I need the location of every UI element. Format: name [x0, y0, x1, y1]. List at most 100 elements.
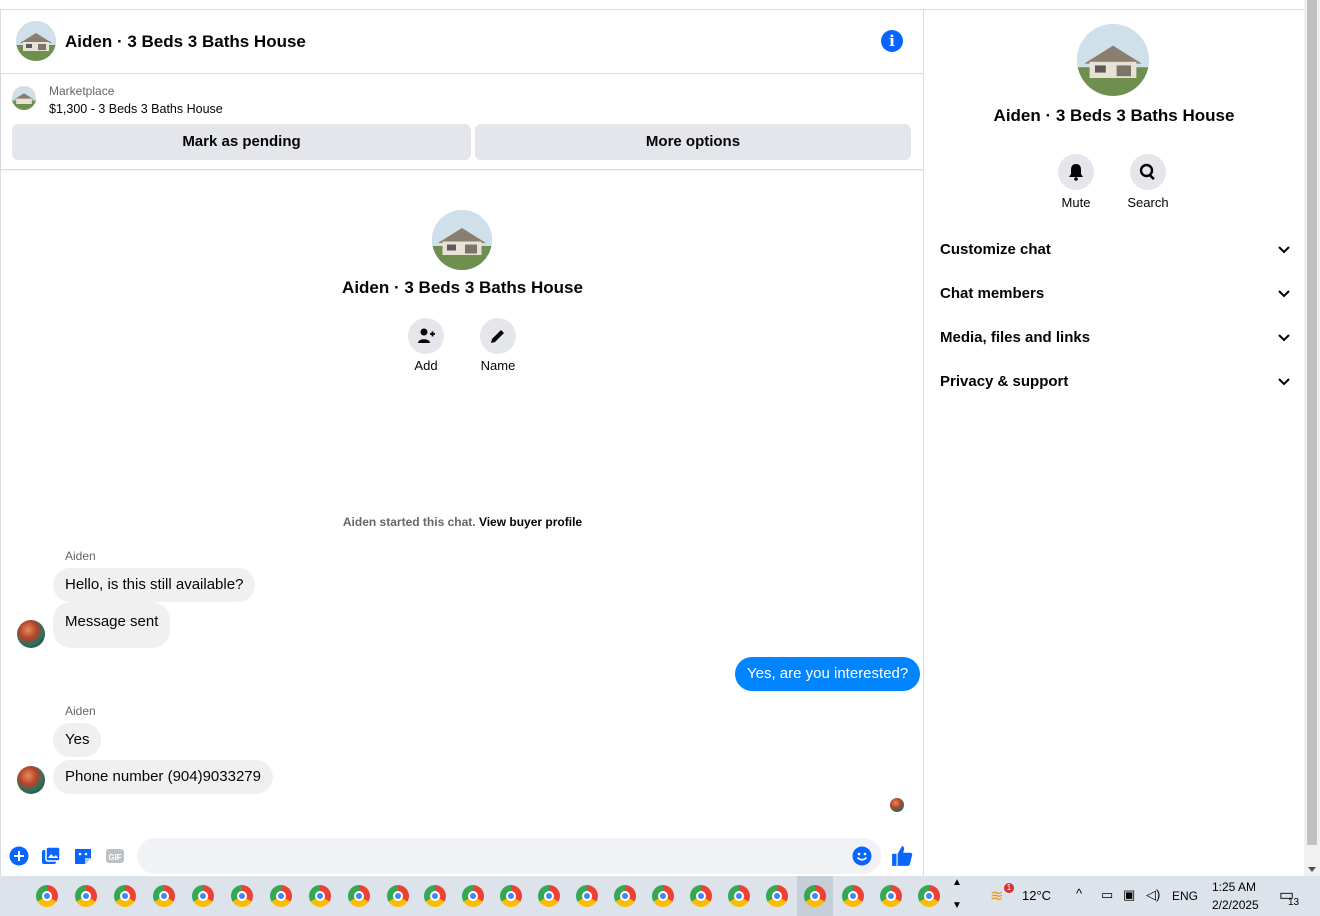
chrome-taskbar-icon[interactable]	[690, 885, 712, 907]
meet-icon[interactable]: ▭	[1101, 887, 1113, 903]
message-bubble[interactable]: Phone number (904)9033279	[53, 760, 273, 794]
house-image	[12, 86, 36, 110]
chat-started-notice: Aiden started this chat. View buyer prof…	[1, 515, 924, 529]
volume-icon[interactable]: ◁)	[1146, 887, 1160, 903]
chrome-taskbar-icon[interactable]	[804, 885, 826, 907]
chevron-up-icon[interactable]: ^	[1076, 886, 1082, 901]
section-customize-chat[interactable]: Customize chat	[940, 232, 1290, 268]
sender-name: Aiden	[65, 704, 96, 718]
message-bubble[interactable]: Yes	[53, 723, 102, 757]
gif-icon[interactable]: GIF	[105, 846, 125, 866]
chrome-taskbar-icon[interactable]	[538, 885, 560, 907]
chrome-taskbar-icon[interactable]	[728, 885, 750, 907]
chrome-taskbar-icon[interactable]	[918, 885, 940, 907]
chat-header: Aiden · 3 Beds 3 Baths House i	[1, 10, 924, 74]
page-scrollbar[interactable]	[1304, 0, 1320, 876]
search-icon	[1139, 163, 1155, 181]
chevron-down-icon	[1278, 378, 1290, 386]
chrome-taskbar-icon[interactable]	[114, 885, 136, 907]
chrome-taskbar-icon[interactable]	[766, 885, 788, 907]
notification-count: 13	[1288, 897, 1300, 908]
mark-as-pending-button[interactable]: Mark as pending	[12, 124, 471, 160]
seen-indicator-avatar	[890, 798, 904, 812]
chrome-taskbar-icon[interactable]	[614, 885, 636, 907]
chrome-taskbar-icon[interactable]	[576, 885, 598, 907]
taskbar-scroll-up-icon[interactable]: ▲	[952, 877, 962, 888]
chrome-taskbar-icon[interactable]	[842, 885, 864, 907]
section-label: Chat members	[940, 285, 1045, 302]
input-language[interactable]: ENG	[1172, 889, 1198, 903]
scrollbar-thumb[interactable]	[1307, 0, 1317, 845]
weather-temperature[interactable]: 12°C	[1022, 888, 1051, 903]
sticker-icon[interactable]	[73, 846, 93, 866]
chrome-taskbar-icon[interactable]	[462, 885, 484, 907]
chevron-down-icon	[1278, 290, 1290, 298]
message-bubble[interactable]: Hello, is this still available?	[53, 568, 256, 602]
section-chat-members[interactable]: Chat members	[940, 276, 1290, 312]
search-label: Search	[1127, 195, 1169, 210]
marketplace-label: Marketplace	[49, 84, 115, 98]
network-icon[interactable]: ▣	[1123, 887, 1135, 903]
scroll-down-arrow-icon[interactable]	[1308, 867, 1316, 872]
windows-taskbar: ▲ ▼ ≋ 1 12°C ^ ▭ ▣ ◁) ENG 1:25 AM 2/2/20…	[0, 876, 1320, 916]
chat-started-text: Aiden started this chat.	[342, 515, 476, 529]
section-media-files-links[interactable]: Media, files and links	[940, 320, 1290, 356]
chrome-taskbar-icon[interactable]	[309, 885, 331, 907]
chrome-taskbar-icon[interactable]	[424, 885, 446, 907]
plus-circle-icon[interactable]	[9, 846, 29, 866]
message-bubble[interactable]: Message sent	[53, 602, 171, 648]
chrome-taskbar-icon[interactable]	[153, 885, 175, 907]
name-label: Name	[480, 358, 516, 373]
chrome-taskbar-icon[interactable]	[387, 885, 409, 907]
chat-title[interactable]: Aiden · 3 Beds 3 Baths House	[65, 32, 306, 52]
section-privacy-support[interactable]: Privacy & support	[940, 364, 1290, 400]
message-bubble-own[interactable]: Yes, are you interested?	[735, 657, 921, 691]
add-people-button[interactable]	[408, 318, 444, 354]
photo-icon[interactable]	[41, 846, 61, 866]
taskbar-scroll-down-icon[interactable]: ▼	[952, 900, 962, 911]
chrome-taskbar-icon[interactable]	[75, 885, 97, 907]
house-image	[16, 21, 56, 61]
browser-top-edge	[0, 0, 1304, 10]
chrome-taskbar-icon[interactable]	[500, 885, 522, 907]
bell-icon	[1069, 164, 1083, 181]
chrome-taskbar-icon[interactable]	[880, 885, 902, 907]
intro-avatar	[432, 210, 492, 270]
listing-avatar[interactable]	[16, 21, 56, 61]
sender-avatar[interactable]	[17, 766, 45, 794]
details-name: Aiden · 3 Beds 3 Baths House	[993, 106, 1235, 125]
clock-date[interactable]: 2/2/2025	[1212, 898, 1259, 912]
chrome-taskbar-icon[interactable]	[231, 885, 253, 907]
listing-thumbnail[interactable]	[12, 86, 36, 110]
svg-text:GIF: GIF	[108, 853, 121, 862]
info-icon[interactable]: i	[881, 30, 903, 52]
message-input[interactable]	[137, 838, 881, 874]
mute-button[interactable]	[1058, 154, 1094, 190]
intro-name: Aiden · 3 Beds 3 Baths House	[342, 278, 583, 297]
chrome-taskbar-icon[interactable]	[36, 885, 58, 907]
details-avatar	[1077, 24, 1149, 96]
chrome-taskbar-icon[interactable]	[192, 885, 214, 907]
weather-badge: 1	[1004, 883, 1014, 893]
listing-title[interactable]: $1,300 - 3 Beds 3 Baths House	[49, 102, 223, 116]
chrome-taskbar-icon[interactable]	[652, 885, 674, 907]
add-person-icon	[418, 328, 435, 343]
chrome-taskbar-icon[interactable]	[270, 885, 292, 907]
sender-avatar[interactable]	[17, 620, 45, 648]
chat-panel: Aiden · 3 Beds 3 Baths House i Marketpla…	[0, 10, 924, 876]
view-buyer-profile-link[interactable]: View buyer profile	[479, 515, 582, 529]
edit-name-button[interactable]	[480, 318, 516, 354]
mute-label: Mute	[1061, 195, 1091, 210]
chevron-down-icon	[1278, 246, 1290, 254]
emoji-icon[interactable]	[852, 846, 872, 866]
marketplace-banner: Marketplace $1,300 - 3 Beds 3 Baths Hous…	[1, 74, 924, 170]
more-options-button[interactable]: More options	[475, 124, 911, 160]
weather-icon[interactable]: ≋	[990, 886, 1003, 906]
thumbs-up-icon[interactable]	[891, 845, 913, 867]
search-button[interactable]	[1130, 154, 1166, 190]
screen: Aiden · 3 Beds 3 Baths House i Marketpla…	[0, 0, 1320, 916]
chat-details-panel: Aiden · 3 Beds 3 Baths House Mute Search…	[924, 10, 1304, 876]
clock-time[interactable]: 1:25 AM	[1212, 880, 1256, 894]
sender-name: Aiden	[65, 549, 96, 563]
chrome-taskbar-icon[interactable]	[348, 885, 370, 907]
